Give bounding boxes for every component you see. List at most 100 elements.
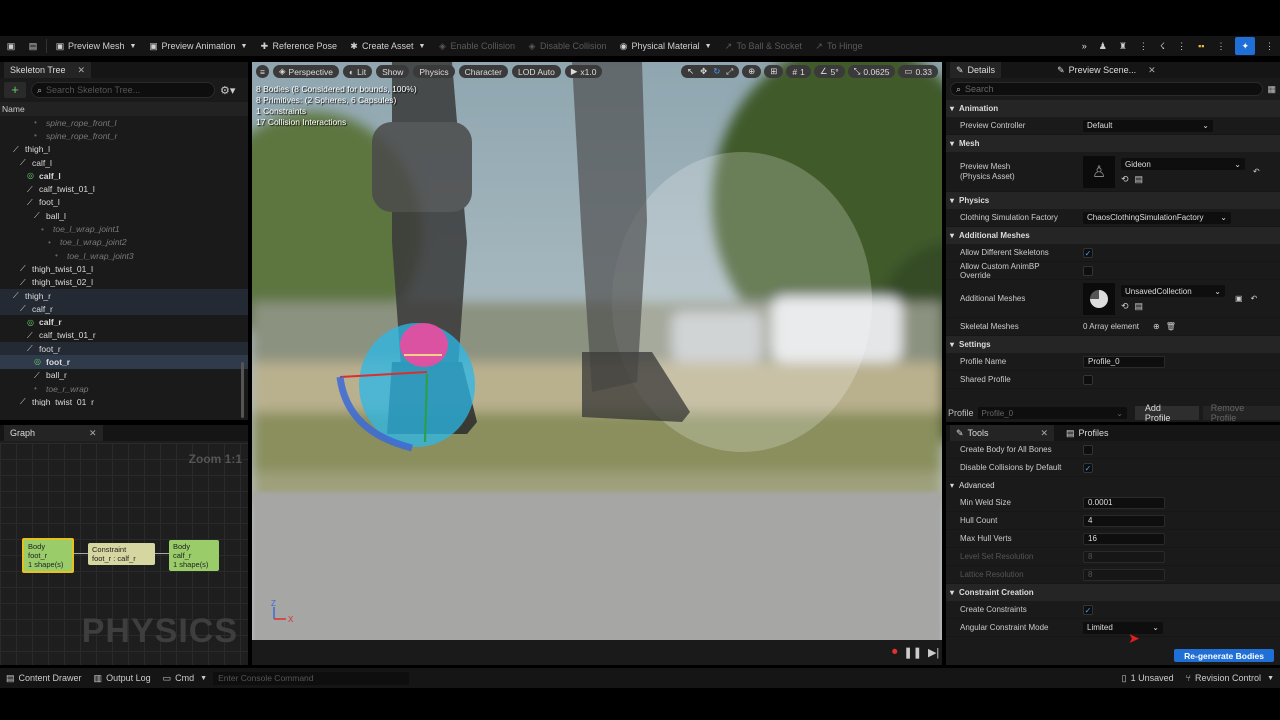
toolbar-item-reference-pose[interactable]: ✚ Reference Pose [253,36,343,56]
toolbar-item-to-hinge[interactable]: ↗ To Hinge [808,36,869,56]
clothing-factory-combo[interactable]: ChaosClothingSimulationFactory ⌄ [1083,211,1231,224]
surface-snap-button[interactable]: ⊞ [764,65,784,78]
graph-node-body-calf[interactable]: Body calf_r 1 shape(s) [169,540,219,571]
additional-meshes-combo[interactable]: UnsavedCollection ⌄ [1121,285,1225,297]
lit-button[interactable]: ◐ Lit [342,65,373,78]
tree-item[interactable]: ⟋ thigh_twist_02_l [0,276,248,289]
tree-item[interactable]: • toe_l_wrap_joint2 [0,236,248,249]
step-forward-icon[interactable]: ▶| [928,646,939,659]
close-icon[interactable]: ✕ [78,65,86,76]
toolbar-item-enable-collision[interactable]: ◈ Enable Collision [431,36,521,56]
lod-button[interactable]: LOD Auto [511,65,561,78]
save-icon[interactable]: ▣ [1235,294,1243,303]
create-constraints-checkbox[interactable]: ✓ [1083,604,1093,615]
section-physics[interactable]: ▾ Physics [946,192,1280,209]
add-button[interactable]: + [4,82,26,98]
cmd-button[interactable]: ▭ Cmd ▼ [157,673,213,684]
viewport[interactable]: ≡ ◈ Perspective ◐ Lit Show Physics Charact… [252,62,942,665]
settings-button[interactable]: ⚙▾ [220,84,244,97]
viewport-menu-button[interactable]: ≡ [256,65,269,78]
tree-item[interactable]: ⟋ calf_l [0,156,248,169]
tree-scrollbar[interactable] [241,362,244,418]
show-button[interactable]: Show [376,65,410,78]
tree-item[interactable]: • spine_rope_front_l [0,116,248,129]
browse-icon[interactable]: ▤ [1135,301,1144,312]
select-icon[interactable]: ↖ [687,66,694,77]
tree-item[interactable]: ⟋ thigh_twist_01_r [0,395,248,406]
kebab-menu-1[interactable]: ⋮ [1133,36,1154,56]
angular-mode-combo[interactable]: Limited ⌄ [1083,621,1163,634]
use-selected-icon[interactable]: ⟲ [1121,174,1129,185]
scale-snap-button[interactable]: ⤡ 0.0625 [847,65,896,78]
more-tools-button[interactable]: » [1076,36,1093,56]
character-button[interactable]: Character [458,65,508,78]
tree-item[interactable]: ◎ calf_r [0,315,248,328]
tree-item[interactable]: • toe_l_wrap_joint1 [0,222,248,235]
section-animation[interactable]: ▾ Animation [946,100,1280,117]
tree-item[interactable]: ⟋ thigh_r [0,288,248,303]
toolbar-item-physical-material[interactable]: ◉ Physical Material ▼ [613,36,718,56]
tree-item[interactable]: ⟋ ball_l [0,209,248,222]
allow-different-skeletons-checkbox[interactable]: ✓ [1083,247,1093,258]
console-command-input[interactable]: Enter Console Command [213,671,410,685]
level-set-input[interactable]: 8 [1083,550,1165,563]
tab-tools[interactable]: ✎ Tools ✕ [950,425,1054,441]
profile-combo[interactable]: Profile_0 ⌄ [977,407,1127,419]
shared-profile-checkbox[interactable] [1083,374,1093,385]
perspective-button[interactable]: ◈ Perspective [273,65,339,78]
tree-item[interactable]: ⟋ foot_r [0,342,248,356]
preview-mesh-combo[interactable]: Gideon ⌄ [1121,158,1245,170]
graph-node-body-foot[interactable]: Body foot_r 1 shape(s) [22,538,74,573]
translate-icon[interactable]: ✥ [700,66,707,77]
profile-name-input[interactable]: Profile_0 [1083,355,1165,368]
save-button[interactable]: ▣ [0,36,22,56]
section-settings[interactable]: ▾ Settings [946,336,1280,353]
rotate-icon[interactable]: ↻ [713,66,720,77]
tree-item[interactable]: ◎ foot_r [0,355,248,369]
mesh-mode-button[interactable]: ♜ [1113,36,1133,56]
record-icon[interactable]: ⏺ [892,646,898,659]
view-options-icon[interactable]: ▦ [1267,84,1276,95]
physics-mode-button[interactable]: ✦ [1235,37,1255,55]
add-profile-button[interactable]: Add Profile [1134,403,1199,423]
close-icon[interactable]: ✕ [1148,65,1156,76]
tab-graph[interactable]: Graph ✕ [4,425,103,441]
grid-snap-button[interactable]: #1 [786,65,811,78]
tree-item[interactable]: • toe_r_wrap [0,382,248,395]
trash-icon[interactable]: 🗑 [1166,322,1176,331]
skeleton-mode-button[interactable]: ♟ [1093,36,1113,56]
close-icon[interactable]: ✕ [1040,428,1048,439]
graph-node-constraint[interactable]: Constraint foot_r : calf_r [88,543,155,565]
hull-count-input[interactable]: 4 [1083,514,1165,527]
reset-icon[interactable]: ↶ [1251,294,1258,303]
tree-item[interactable]: ◎ calf_l [0,169,248,182]
tree-item[interactable]: • toe_l_wrap_joint3 [0,249,248,262]
tab-profiles[interactable]: ▤ Profiles [1060,425,1115,441]
tree-item[interactable]: ⟋ thigh_l [0,143,248,156]
camera-speed-button[interactable]: ▭ 0.33 [898,65,938,78]
tree-item[interactable]: ⟋ calf_twist_01_r [0,329,248,342]
add-element-icon[interactable]: ⊕ [1153,322,1160,331]
lattice-input[interactable]: 8 [1083,568,1165,581]
allow-custom-animbp-checkbox[interactable] [1083,265,1093,276]
section-advanced[interactable]: ▾ Advanced [946,477,1280,494]
tab-skeleton-tree[interactable]: Skeleton Tree ✕ [4,62,92,78]
section-constraint-creation[interactable]: ▾ Constraint Creation [946,584,1280,601]
disable-collisions-checkbox[interactable]: ✓ [1083,462,1093,473]
blueprint-mode-button[interactable]: ▪▪ [1192,36,1210,56]
tree-item[interactable]: ⟋ calf_twist_01_l [0,182,248,195]
max-hull-verts-input[interactable]: 16 [1083,532,1165,545]
angle-snap-button[interactable]: ∠ 5° [813,65,845,78]
browse-button[interactable]: ▤ [22,36,44,56]
mesh-thumbnail[interactable]: ♙ [1083,155,1115,188]
create-all-bones-checkbox[interactable] [1083,444,1093,455]
close-icon[interactable]: ✕ [89,428,97,439]
section-additional-meshes[interactable]: ▾ Additional Meshes [946,227,1280,244]
regenerate-bodies-button[interactable]: Re-generate Bodies [1174,649,1274,662]
tree-item[interactable]: ⟋ ball_r [0,369,248,382]
playback-speed-button[interactable]: ▶ x1.0 [564,65,603,78]
physics-button[interactable]: Physics [413,65,455,78]
coordinate-space-button[interactable]: ⊕ [742,65,762,78]
tree-item[interactable]: • spine_rope_front_r [0,129,248,142]
animation-mode-button[interactable]: ☇ [1154,36,1171,56]
